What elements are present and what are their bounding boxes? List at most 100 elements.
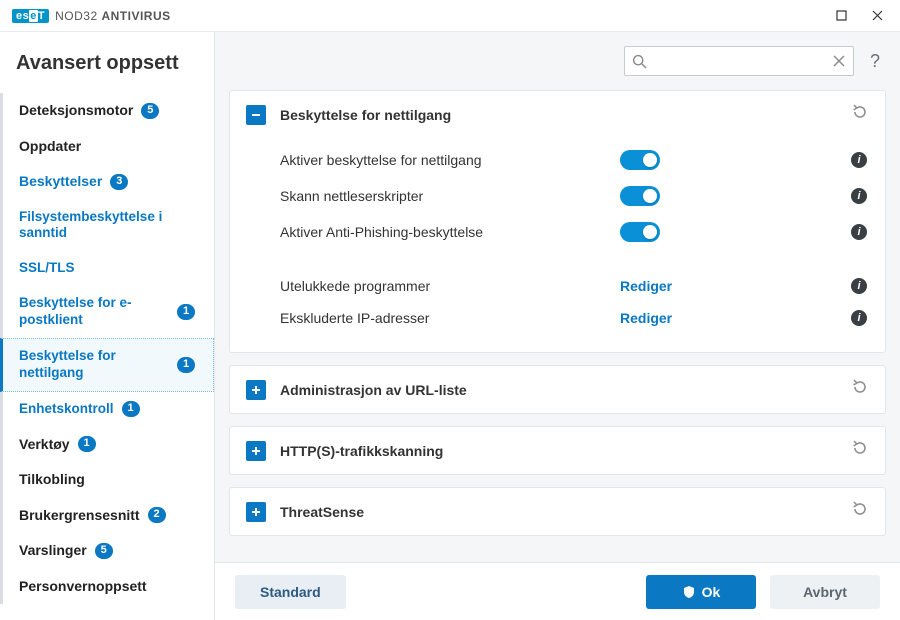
info-button[interactable]: i (849, 310, 869, 326)
brand-logo: eseT (12, 9, 49, 23)
sidebar-item-label: Enhetskontroll (19, 401, 114, 418)
sidebar-item-beskyttelser[interactable]: Beskyttelser 3 (0, 164, 214, 200)
info-icon: i (851, 310, 867, 326)
row-label: Aktiver beskyttelse for nettilgang (280, 152, 620, 168)
main: ? Beskyttelse for nettilgang Aktiver bes… (215, 32, 900, 620)
info-button[interactable]: i (849, 188, 869, 204)
panel-http-scan: HTTP(S)-trafikkskanning (229, 426, 886, 475)
maximize-button[interactable] (824, 3, 858, 29)
sidebar-item-label: Verktøy (19, 436, 70, 454)
sidebar-item-varslinger[interactable]: Varslinger 5 (0, 533, 214, 569)
toggle-enable-web[interactable] (620, 150, 660, 170)
toggle-anti-phishing[interactable] (620, 222, 660, 242)
info-icon: i (851, 278, 867, 294)
panel-title: Administrasjon av URL-liste (280, 382, 837, 398)
panel-title: HTTP(S)-trafikkskanning (280, 443, 837, 459)
sidebar-item-label: Beskyttelse for e-postklient (19, 295, 169, 329)
undo-button[interactable] (851, 103, 869, 126)
sidebar-badge: 1 (177, 304, 195, 320)
button-label: Ok (702, 584, 721, 600)
product-thin: NOD32 (55, 9, 101, 23)
toggle-scan-scripts[interactable] (620, 186, 660, 206)
panel-header-threatsense[interactable]: ThreatSense (230, 488, 885, 535)
sidebar-item-enhet[interactable]: Enhetskontroll 1 (0, 392, 214, 427)
sidebar-item-oppdater[interactable]: Oppdater (0, 129, 214, 165)
sidebar-item-label: Deteksjonsmotor (19, 102, 133, 120)
sidebar-item-label: Personvernoppsett (19, 578, 147, 596)
row-label: Utelukkede programmer (280, 278, 620, 294)
info-icon: i (851, 224, 867, 240)
sidebar-badge: 1 (78, 436, 96, 452)
row-scan-scripts: Skann nettleserskripter i (280, 178, 869, 214)
row-excluded-apps: Utelukkede programmer Rediger i (280, 270, 869, 302)
panel-header-web[interactable]: Beskyttelse for nettilgang (230, 91, 885, 138)
window-controls (824, 3, 894, 29)
main-header: ? (215, 32, 900, 90)
sidebar-item-verktoy[interactable]: Verktøy 1 (0, 427, 214, 463)
default-button[interactable]: Standard (235, 575, 346, 609)
button-label: Avbryt (803, 584, 847, 600)
info-icon: i (851, 188, 867, 204)
info-button[interactable]: i (849, 152, 869, 168)
search-icon (632, 54, 647, 74)
sidebar-item-label: Varslinger (19, 542, 87, 560)
sidebar-item-fs-realtime[interactable]: Filsystembeskyttelse i sanntid (0, 200, 214, 252)
sidebar-badge: 5 (95, 543, 113, 559)
titlebar: eseT NOD32 ANTIVIRUS (0, 0, 900, 32)
close-button[interactable] (860, 3, 894, 29)
undo-button[interactable] (851, 439, 869, 462)
brand: eseT NOD32 ANTIVIRUS (12, 9, 171, 23)
undo-icon (851, 439, 869, 457)
row-label: Aktiver Anti-Phishing-beskyttelse (280, 224, 620, 240)
sidebar-item-personvern[interactable]: Personvernoppsett (0, 569, 214, 605)
brand-prefix: es (16, 10, 29, 22)
row-enable-web: Aktiver beskyttelse for nettilgang i (280, 142, 869, 178)
sidebar-badge: 1 (177, 357, 195, 373)
sidebar-item-ui[interactable]: Brukergrensesnitt 2 (0, 498, 214, 534)
undo-icon (851, 378, 869, 396)
close-icon (831, 53, 847, 69)
panel-header-url[interactable]: Administrasjon av URL-liste (230, 366, 885, 413)
panel-title: ThreatSense (280, 504, 837, 520)
edit-link-excluded-apps[interactable]: Rediger (620, 278, 672, 294)
undo-button[interactable] (851, 500, 869, 523)
panel-header-http[interactable]: HTTP(S)-trafikkskanning (230, 427, 885, 474)
sidebar-item-ssltls[interactable]: SSL/TLS (0, 251, 214, 286)
panel-body-web: Aktiver beskyttelse for nettilgang i Ska… (230, 138, 885, 352)
cancel-button[interactable]: Avbryt (770, 575, 880, 609)
product-bold: ANTIVIRUS (101, 9, 170, 23)
sidebar-item-web[interactable]: Beskyttelse for nettilgang 1 (0, 338, 214, 392)
undo-button[interactable] (851, 378, 869, 401)
product-name: NOD32 ANTIVIRUS (55, 9, 171, 23)
sidebar-badge: 1 (122, 401, 140, 417)
row-anti-phishing: Aktiver Anti-Phishing-beskyttelse i (280, 214, 869, 250)
info-button[interactable]: i (849, 224, 869, 240)
expand-icon (246, 380, 266, 400)
edit-link-excluded-ips[interactable]: Rediger (620, 310, 672, 326)
search-input[interactable] (625, 47, 853, 75)
sidebar-item-label: Beskyttelse for nettilgang (19, 348, 169, 382)
sidebar-badge: 2 (148, 507, 166, 523)
undo-icon (851, 500, 869, 518)
collapse-icon (246, 105, 266, 125)
row-label: Ekskluderte IP-adresser (280, 310, 620, 326)
help-button[interactable]: ? (864, 51, 886, 72)
clear-search-button[interactable] (831, 53, 847, 74)
ok-button[interactable]: Ok (646, 575, 756, 609)
undo-icon (851, 103, 869, 121)
sidebar-item-epost[interactable]: Beskyttelse for e-postklient 1 (0, 286, 214, 338)
sidebar-item-label: Tilkobling (19, 471, 85, 489)
sidebar-item-label: Brukergrensesnitt (19, 507, 140, 525)
sidebar-item-deteksjonsmotor[interactable]: Deteksjonsmotor 5 (0, 93, 214, 129)
expand-icon (246, 441, 266, 461)
row-label: Skann nettleserskripter (280, 188, 620, 204)
sidebar-item-label: SSL/TLS (19, 260, 75, 277)
info-button[interactable]: i (849, 278, 869, 294)
sidebar-item-tilkobling[interactable]: Tilkobling (0, 462, 214, 498)
brand-suffix: T (38, 10, 45, 22)
search-box[interactable] (624, 46, 854, 76)
sidebar-item-label: Beskyttelser (19, 173, 102, 191)
panel-title: Beskyttelse for nettilgang (280, 107, 837, 123)
content: Beskyttelse for nettilgang Aktiver besky… (215, 90, 900, 562)
nav: Deteksjonsmotor 5 Oppdater Beskyttelser … (0, 93, 214, 620)
